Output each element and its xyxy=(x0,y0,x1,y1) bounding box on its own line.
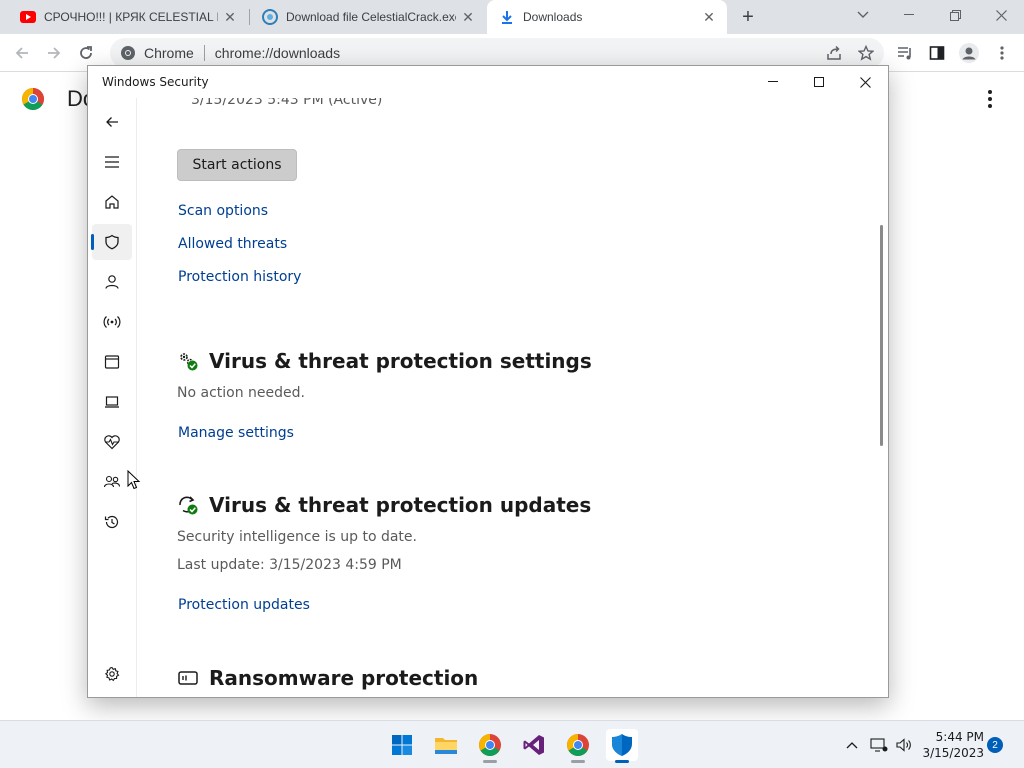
windows-security-window: Windows Security 3/15/2023 5:43 PM (Acti… xyxy=(87,65,889,698)
chrome-logo-icon xyxy=(120,45,136,61)
health-icon[interactable] xyxy=(92,424,132,460)
start-actions-button[interactable]: Start actions xyxy=(177,149,297,181)
scrollbar-thumb[interactable] xyxy=(880,225,883,446)
refresh-check-icon xyxy=(177,494,199,516)
clock-date: 3/15/2023 xyxy=(922,746,984,760)
section-title: Virus & threat protection updates xyxy=(209,493,592,517)
mouse-cursor-icon xyxy=(127,469,141,490)
tab-download-file[interactable]: Download file CelestialCrack.exe ✕ xyxy=(250,0,486,34)
minimize-browser-button[interactable] xyxy=(886,0,932,30)
downloads-menu-icon[interactable] xyxy=(980,86,1000,112)
account-icon[interactable] xyxy=(92,264,132,300)
clock-time: 5:44 PM xyxy=(935,730,984,744)
updates-section-heading: Virus & threat protection updates xyxy=(177,493,591,517)
device-security-icon[interactable] xyxy=(92,384,132,420)
history-icon[interactable] xyxy=(92,504,132,540)
taskbar-clock[interactable]: 5:44 PM 3/15/2023 xyxy=(918,729,984,761)
section-title: Ransomware protection xyxy=(209,666,479,690)
app-browser-icon[interactable] xyxy=(92,344,132,380)
tab-title: СРОЧНО!!! | КРЯК CELESTIAL RE xyxy=(44,10,218,24)
back-arrow-icon[interactable] xyxy=(92,104,132,140)
taskbar: 5:44 PM 3/15/2023 2 xyxy=(0,720,1024,768)
chrome-logo-icon xyxy=(22,88,44,110)
download-icon xyxy=(499,9,515,25)
selected-indicator xyxy=(91,234,94,250)
close-tab-icon[interactable]: ✕ xyxy=(460,9,476,25)
chrome-icon[interactable] xyxy=(474,729,506,763)
cloud-download-icon xyxy=(262,9,278,25)
tab-title: Download file CelestialCrack.exe xyxy=(286,10,456,24)
side-panel-icon[interactable] xyxy=(925,41,949,65)
profile-avatar-icon[interactable] xyxy=(957,41,981,65)
close-window-button[interactable] xyxy=(842,66,888,98)
visual-studio-icon[interactable] xyxy=(518,729,550,761)
share-icon[interactable] xyxy=(822,41,846,65)
tab-title: Downloads xyxy=(523,10,583,24)
ransomware-folder-icon xyxy=(177,667,199,689)
close-browser-button[interactable] xyxy=(978,0,1024,30)
security-sidebar xyxy=(88,98,137,697)
file-explorer-icon[interactable] xyxy=(430,729,462,761)
section-title: Virus & threat protection settings xyxy=(209,349,592,373)
youtube-icon xyxy=(20,9,36,25)
bookmark-star-icon[interactable] xyxy=(854,41,878,65)
last-scan-text: 3/15/2023 5:43 PM (Active) xyxy=(191,98,383,108)
ransomware-section-heading: Ransomware protection xyxy=(177,666,478,690)
address-bar[interactable]: Chrome chrome://downloads xyxy=(110,38,884,68)
windows-security-icon[interactable] xyxy=(606,729,638,763)
allowed-threats-link[interactable]: Allowed threats xyxy=(178,236,287,252)
window-titlebar: Windows Security xyxy=(88,66,888,98)
protection-updates-link[interactable]: Protection updates xyxy=(178,597,310,613)
manage-settings-link[interactable]: Manage settings xyxy=(178,425,294,441)
tab-youtube[interactable]: СРОЧНО!!! | КРЯК CELESTIAL RE ✕ xyxy=(8,0,248,34)
forward-icon[interactable] xyxy=(42,41,66,65)
volume-icon[interactable] xyxy=(894,735,914,755)
network-status-icon[interactable] xyxy=(869,735,889,755)
omnibox-site-label: Chrome xyxy=(144,45,194,61)
omnibox-url: chrome://downloads xyxy=(214,45,341,61)
restore-browser-button[interactable] xyxy=(932,0,978,30)
windows-start-icon[interactable] xyxy=(386,729,418,761)
media-controls-icon[interactable] xyxy=(893,41,917,65)
show-hidden-icons-icon[interactable] xyxy=(842,735,862,755)
tab-search-icon[interactable] xyxy=(840,0,886,30)
browser-menu-icon[interactable] xyxy=(990,41,1014,65)
minimize-button[interactable] xyxy=(750,66,796,98)
notification-count-badge[interactable]: 2 xyxy=(987,737,1003,753)
chrome-icon[interactable] xyxy=(562,729,594,763)
shield-icon[interactable] xyxy=(92,224,132,260)
hamburger-menu-icon[interactable] xyxy=(92,144,132,180)
settings-status-text: No action needed. xyxy=(177,385,305,401)
reload-icon[interactable] xyxy=(74,41,98,65)
browser-tab-strip: СРОЧНО!!! | КРЯК CELESTIAL RE ✕ Download… xyxy=(0,0,1024,34)
updates-status-text: Security intelligence is up to date. xyxy=(177,529,417,545)
settings-section-heading: Virus & threat protection settings xyxy=(177,349,592,373)
last-update-text: Last update: 3/15/2023 4:59 PM xyxy=(177,557,402,573)
protection-history-link[interactable]: Protection history xyxy=(178,269,301,285)
gears-check-icon xyxy=(177,350,199,372)
tab-downloads[interactable]: Downloads ✕ xyxy=(487,0,727,34)
close-tab-icon[interactable]: ✕ xyxy=(701,9,717,25)
back-icon[interactable] xyxy=(10,41,34,65)
security-main-content: 3/15/2023 5:43 PM (Active) Start actions… xyxy=(137,98,888,697)
new-tab-button[interactable]: + xyxy=(736,5,760,29)
network-icon[interactable] xyxy=(92,304,132,340)
settings-gear-icon[interactable] xyxy=(92,656,132,692)
home-icon[interactable] xyxy=(92,184,132,220)
scan-options-link[interactable]: Scan options xyxy=(178,203,268,219)
window-title: Windows Security xyxy=(102,75,209,89)
maximize-button[interactable] xyxy=(796,66,842,98)
close-tab-icon[interactable]: ✕ xyxy=(222,9,238,25)
family-icon[interactable] xyxy=(92,464,132,500)
